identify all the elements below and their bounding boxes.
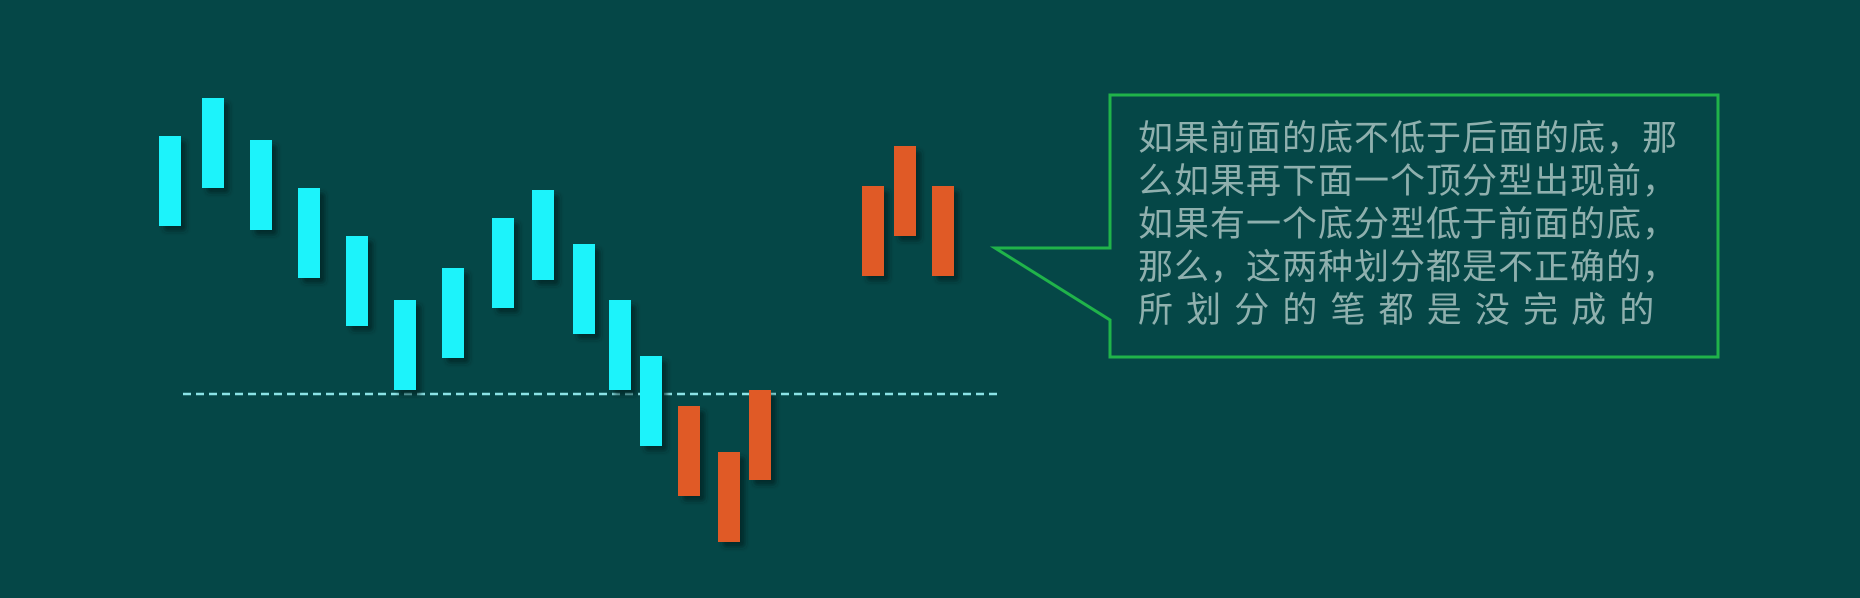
cyan-bar [250,140,272,230]
cyan-bar [202,98,224,188]
orange-bar [678,406,700,496]
orange-bar [932,186,954,276]
orange-bar [749,390,771,480]
cyan-bar [298,188,320,278]
cyan-bar [346,236,368,326]
callout-line: 么如果再下面一个顶分型出现前， [1138,162,1679,202]
cyan-bar [532,190,554,280]
callout-text: 如果前面的底不低于后面的底，那 么如果再下面一个顶分型出现前， 如果有一个底分型… [1138,118,1698,333]
orange-bar [862,186,884,276]
callout-line: 如果有一个底分型低于前面的底， [1138,205,1679,245]
callout-line: 那么，这两种划分都是不正确的， [1138,248,1679,288]
cyan-bar [640,356,662,446]
cyan-bar [159,136,181,226]
callout-line: 所 划 分 的 笔 都 是 没 完 成 的 [1138,291,1656,331]
orange-bar-group [678,146,954,542]
cyan-bar [609,300,631,390]
orange-bar [894,146,916,236]
callout-line: 如果前面的底不低于后面的底，那 [1138,119,1679,159]
orange-bar [718,452,740,542]
cyan-bar [442,268,464,358]
cyan-bar [492,218,514,308]
cyan-bar [394,300,416,390]
cyan-bar [573,244,595,334]
